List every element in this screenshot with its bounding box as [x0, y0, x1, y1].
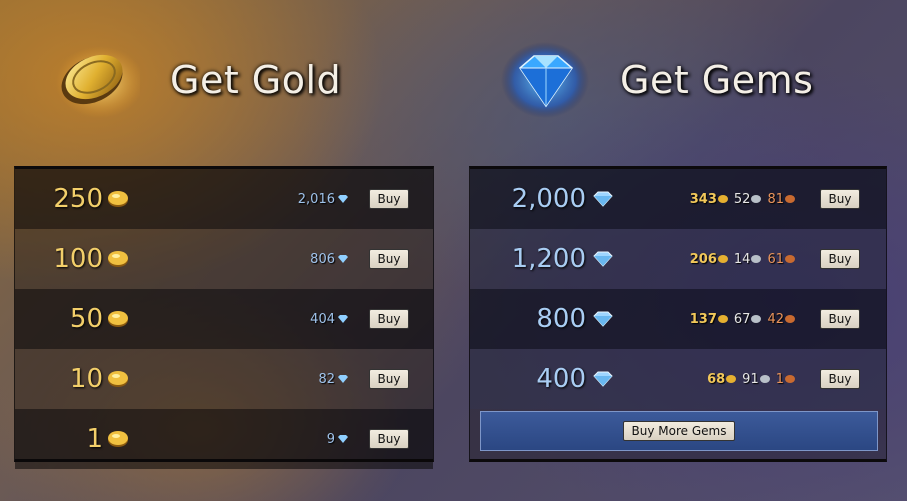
gold-price-silver: 52 — [733, 191, 751, 207]
buy-button[interactable]: Buy — [369, 249, 409, 269]
gem-icon — [338, 435, 348, 443]
gem-amount: 2,000 — [511, 184, 586, 214]
gold-coin-icon — [56, 46, 140, 118]
buy-more-gems-bar: Buy More Gems — [480, 411, 878, 451]
gem-price-value: 82 — [318, 371, 335, 387]
gold-offer-row: 250 2,016 Buy — [15, 169, 433, 229]
gem-icon — [593, 191, 613, 207]
gem-price: 82 — [318, 372, 349, 387]
gem-price-value: 404 — [310, 311, 335, 327]
gold-coin-icon — [726, 375, 737, 383]
gem-price: 2,016 — [298, 192, 349, 207]
gold-amount: 50 — [69, 304, 103, 334]
copper-coin-icon — [785, 315, 795, 323]
gem-icon — [338, 255, 348, 263]
gold-price-copper: 81 — [767, 191, 784, 207]
gem-offer-row: 1,200 206 14 61 Buy — [470, 229, 886, 289]
gem-icon — [338, 375, 348, 383]
gold-offer-row: 100 806 Buy — [15, 229, 433, 289]
gold-offer-row: 10 82 Buy — [15, 349, 433, 409]
gold-offers-panel: 250 2,016 Buy 100 806 Buy 50 404 Buy 10 … — [14, 166, 434, 469]
gold-coin-icon — [717, 315, 728, 323]
gold-price: 343 52 81 — [687, 192, 796, 207]
get-gold-title: Get Gold — [170, 58, 342, 102]
get-gold-header: Get Gold — [48, 40, 341, 120]
gold-price-silver: 67 — [733, 311, 751, 327]
gold-offer-row: 1 9 Buy — [15, 409, 433, 469]
gold-coin-icon — [108, 311, 128, 327]
gem-price: 806 — [310, 252, 349, 267]
buy-button[interactable]: Buy — [820, 249, 860, 269]
silver-coin-icon — [759, 375, 770, 383]
gem-offers-panel: 2,000 343 52 81 Buy 1,200 206 14 61 Buy … — [469, 166, 887, 462]
gem-price-value: 2,016 — [297, 191, 335, 207]
buy-button[interactable]: Buy — [820, 369, 860, 389]
gold-coin-icon — [717, 195, 728, 203]
buy-button[interactable]: Buy — [369, 189, 409, 209]
gold-amount: 100 — [53, 244, 103, 274]
gold-price-copper: 61 — [767, 251, 784, 267]
gold-coin-icon — [108, 191, 128, 207]
gem-price-value: 9 — [326, 431, 335, 447]
gold-price-gold: 68 — [707, 371, 726, 387]
gold-price: 68 91 1 — [704, 372, 796, 387]
gold-coin-icon — [108, 371, 128, 387]
buy-button[interactable]: Buy — [369, 309, 409, 329]
gold-price-copper: 1 — [775, 371, 784, 387]
gem-icon — [593, 251, 613, 267]
gem-amount: 1,200 — [511, 244, 586, 274]
gold-price-gold: 206 — [689, 251, 717, 267]
buy-button[interactable]: Buy — [820, 189, 860, 209]
gem-icon — [593, 371, 613, 387]
buy-button[interactable]: Buy — [369, 429, 409, 449]
gold-coin-icon — [108, 431, 128, 447]
get-gems-header: Get Gems — [500, 40, 813, 120]
copper-coin-icon — [785, 375, 795, 383]
copper-coin-icon — [785, 255, 795, 263]
gem-icon — [501, 42, 589, 118]
gold-price-gold: 343 — [689, 191, 717, 207]
gold-price-copper: 42 — [767, 311, 784, 327]
gold-price-silver: 14 — [733, 251, 751, 267]
buy-more-gems-button[interactable]: Buy More Gems — [622, 421, 736, 441]
copper-coin-icon — [785, 195, 795, 203]
gem-price-value: 806 — [310, 251, 335, 267]
gold-price: 137 67 42 — [687, 312, 796, 327]
silver-coin-icon — [751, 195, 762, 203]
gem-price: 404 — [310, 312, 349, 327]
gold-amount: 250 — [53, 184, 103, 214]
gold-offer-row: 50 404 Buy — [15, 289, 433, 349]
gem-price: 9 — [327, 432, 349, 447]
gem-offer-row: 2,000 343 52 81 Buy — [470, 169, 886, 229]
get-gems-title: Get Gems — [620, 58, 814, 102]
gem-icon — [593, 311, 613, 327]
gem-amount: 800 — [536, 304, 586, 334]
gold-price-silver: 91 — [742, 371, 759, 387]
buy-button[interactable]: Buy — [820, 309, 860, 329]
gold-coin-icon — [108, 251, 128, 267]
gold-amount: 10 — [69, 364, 103, 394]
gold-coin-icon — [717, 255, 728, 263]
gem-amount: 400 — [536, 364, 586, 394]
silver-coin-icon — [751, 315, 762, 323]
gold-price-gold: 137 — [689, 311, 717, 327]
gem-offer-row: 800 137 67 42 Buy — [470, 289, 886, 349]
silver-coin-icon — [751, 255, 762, 263]
buy-button[interactable]: Buy — [369, 369, 409, 389]
gold-price: 206 14 61 — [687, 252, 796, 267]
gem-icon — [338, 315, 348, 323]
gem-offer-row: 400 68 91 1 Buy — [470, 349, 886, 409]
gold-amount: 1 — [86, 424, 103, 454]
gem-icon — [338, 195, 348, 203]
